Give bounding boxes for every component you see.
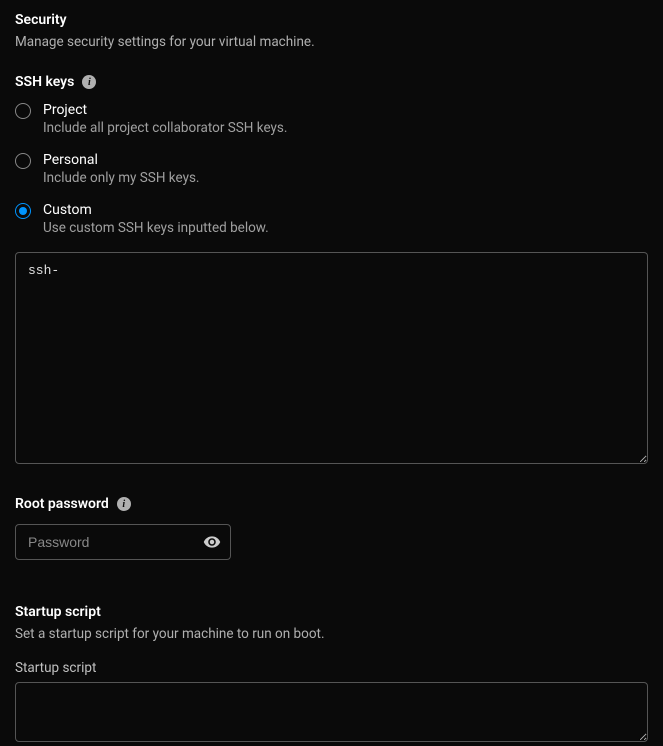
radio-desc: Include only my SSH keys.: [43, 170, 200, 186]
startup-script-section: Startup script Set a startup script for …: [15, 604, 648, 746]
startup-script-textarea[interactable]: [15, 682, 648, 742]
ssh-keys-label: SSH keys: [15, 74, 74, 90]
ssh-radio-group: Project Include all project collaborator…: [15, 102, 648, 236]
radio-title: Custom: [43, 202, 269, 218]
root-password-input[interactable]: [15, 524, 231, 560]
eye-icon[interactable]: [203, 533, 221, 551]
info-icon[interactable]: i: [117, 497, 131, 511]
info-icon[interactable]: i: [82, 75, 96, 89]
radio-desc: Use custom SSH keys inputted below.: [43, 220, 269, 236]
root-password-label: Root password: [15, 496, 109, 512]
ssh-option-project[interactable]: Project Include all project collaborator…: [15, 102, 648, 136]
security-desc: Manage security settings for your virtua…: [15, 34, 648, 50]
security-title: Security: [15, 12, 648, 28]
radio-title: Personal: [43, 152, 200, 168]
radio-title: Project: [43, 102, 287, 118]
ssh-keys-textarea[interactable]: [15, 252, 648, 464]
radio-circle-icon: [15, 103, 31, 119]
ssh-option-custom[interactable]: Custom Use custom SSH keys inputted belo…: [15, 202, 648, 236]
root-password-section: Root password i: [15, 496, 648, 560]
radio-circle-icon: [15, 153, 31, 169]
radio-desc: Include all project collaborator SSH key…: [43, 120, 287, 136]
startup-title: Startup script: [15, 604, 648, 620]
ssh-option-personal[interactable]: Personal Include only my SSH keys.: [15, 152, 648, 186]
startup-desc: Set a startup script for your machine to…: [15, 626, 648, 642]
security-section: Security Manage security settings for yo…: [15, 12, 648, 50]
radio-circle-icon: [15, 203, 31, 219]
ssh-keys-section: SSH keys i Project Include all project c…: [15, 74, 648, 468]
startup-field-label: Startup script: [15, 660, 648, 676]
